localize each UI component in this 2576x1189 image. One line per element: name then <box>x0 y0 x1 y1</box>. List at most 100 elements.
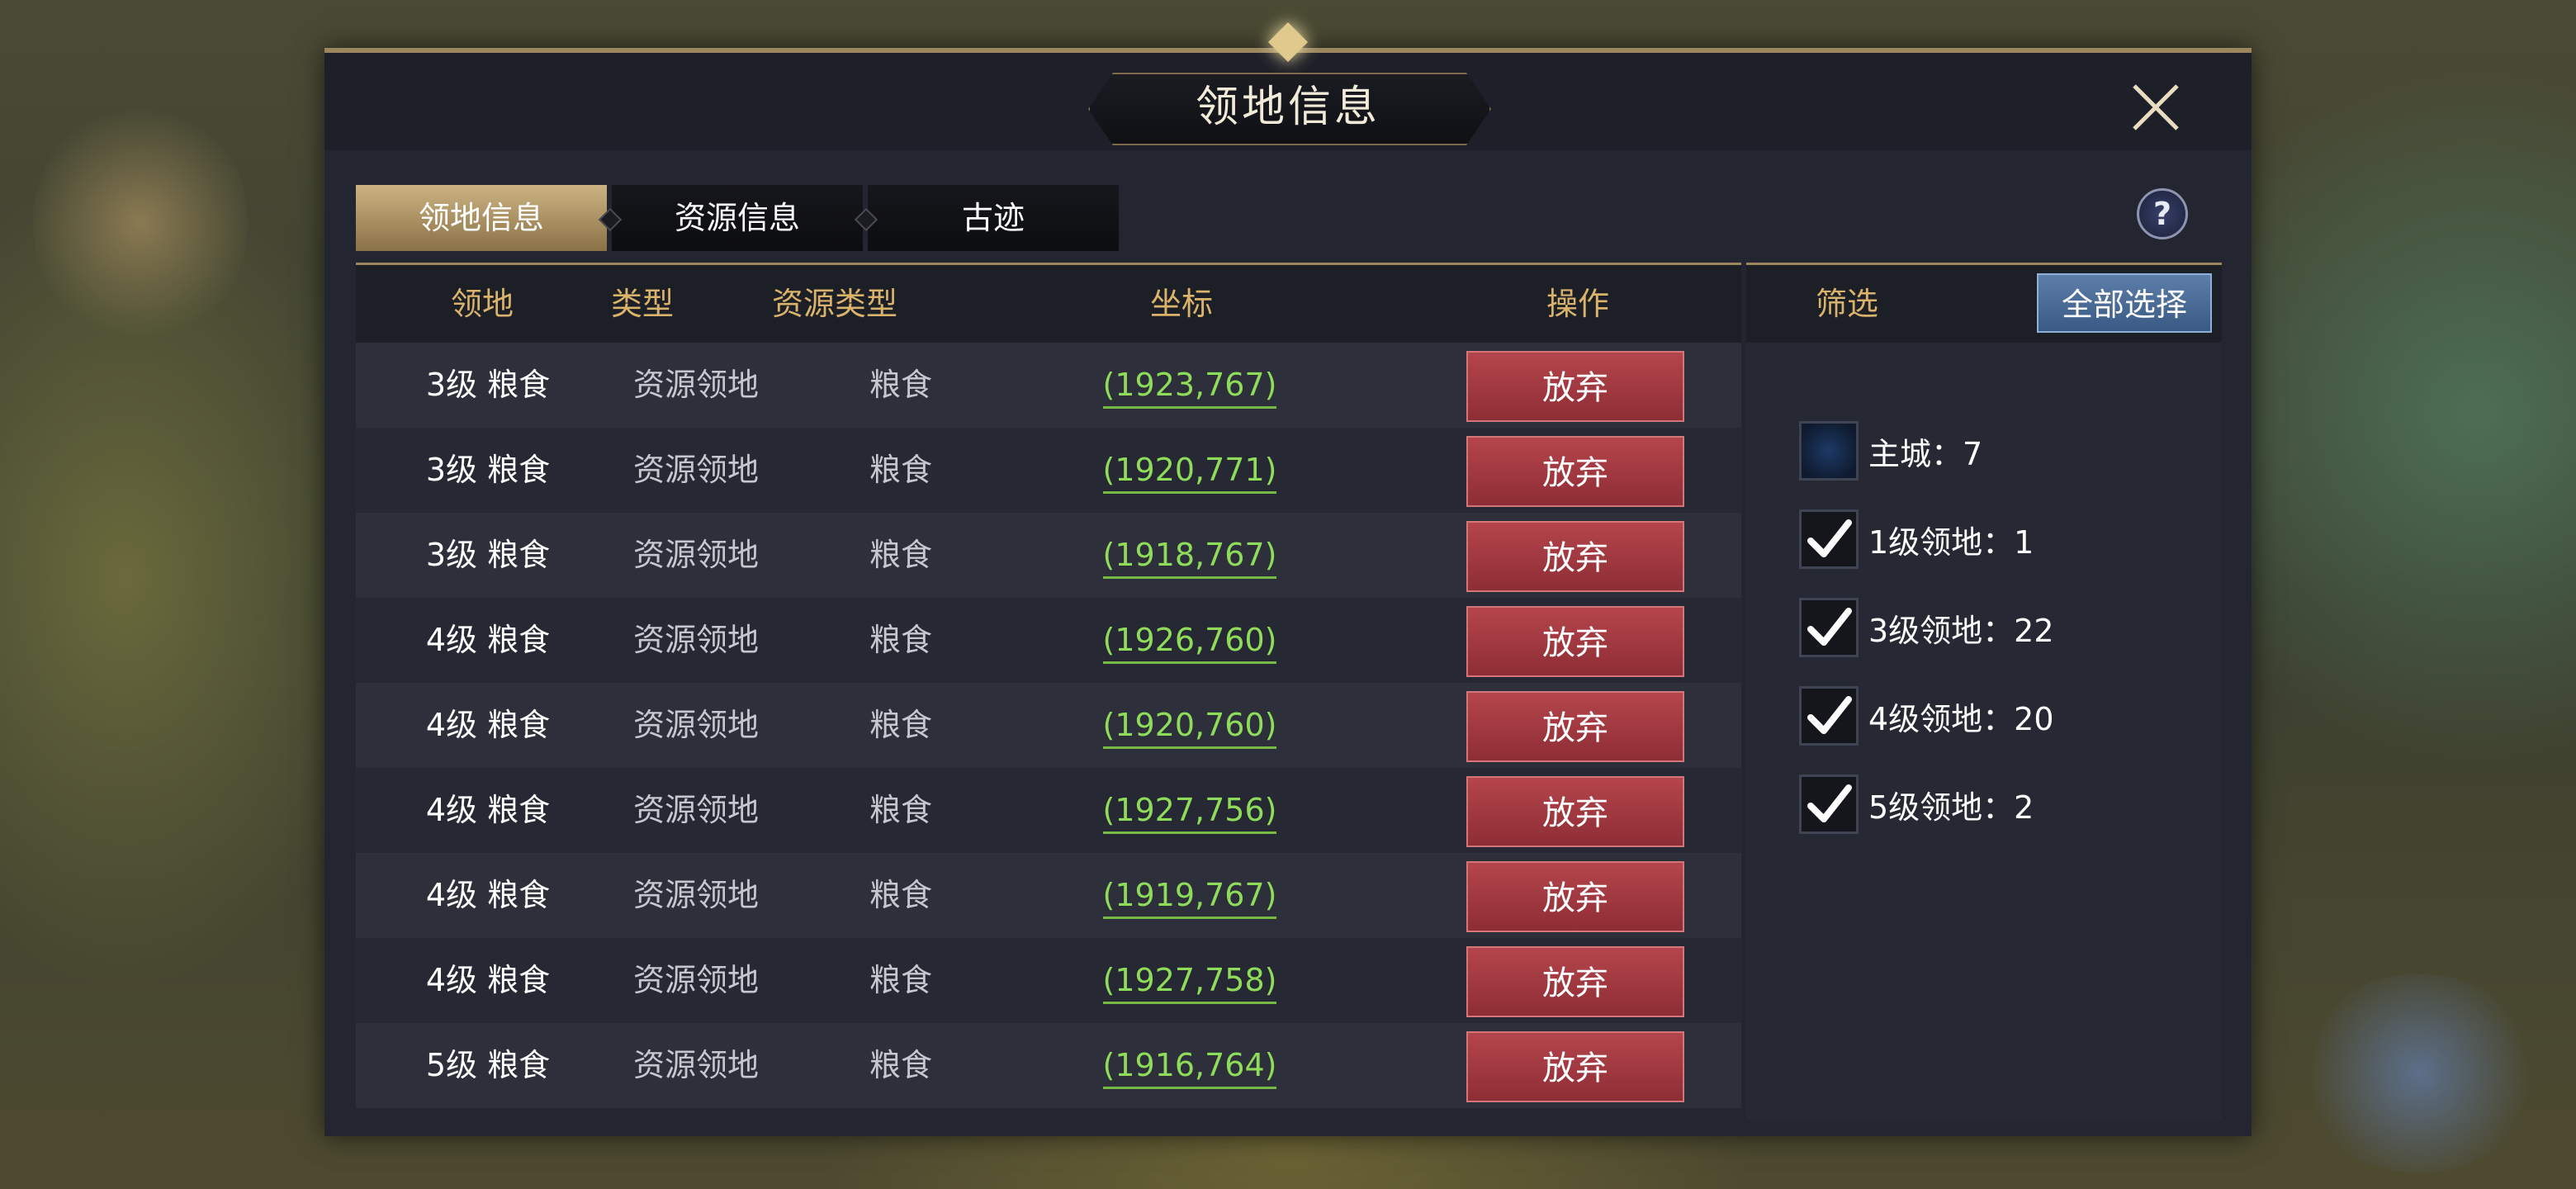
territory-cell: 4级 粮食 <box>425 792 551 828</box>
filter-option-level-3[interactable]: 3级领地：22 <box>1799 595 2054 660</box>
coordinate-link[interactable]: (1927,756) <box>1102 789 1277 834</box>
territory-cell: 3级 粮食 <box>425 452 551 488</box>
help-icon: ? <box>2152 196 2172 232</box>
coordinate-cell: (1920,771) <box>1066 428 1314 513</box>
table-row: 3级 粮食 资源领地 粮食 (1918,767) 放弃 <box>356 513 1741 598</box>
checkbox[interactable] <box>1799 598 1859 657</box>
dialog-title: 领地信息 <box>1195 83 1380 132</box>
territory-cell: 4级 粮食 <box>425 877 551 913</box>
territory-info-dialog: 领地信息 领地信息 资源信息 古迹 ? 领地 类型 资源类型 坐标 操作 3级 … <box>324 21 2252 1136</box>
coordinate-link[interactable]: (1920,771) <box>1102 448 1277 494</box>
table-row: 4级 粮食 资源领地 粮食 (1927,756) 放弃 <box>356 768 1741 853</box>
filter-option-label: 4级领地：20 <box>1868 700 2054 737</box>
checkmark-icon <box>1807 519 1852 557</box>
coordinate-link[interactable]: (1919,767) <box>1102 874 1277 919</box>
table-row: 3级 粮食 资源领地 粮食 (1920,771) 放弃 <box>356 428 1741 513</box>
coordinate-link[interactable]: (1920,760) <box>1102 703 1277 749</box>
tab-label: 资源信息 <box>674 200 800 236</box>
checkmark-icon <box>1807 608 1852 646</box>
resource-type-cell: 粮食 <box>869 367 932 403</box>
select-all-button[interactable]: 全部选择 <box>2037 273 2212 333</box>
help-button[interactable]: ? <box>2137 188 2188 239</box>
table-row: 4级 粮食 资源领地 粮食 (1927,758) 放弃 <box>356 938 1741 1023</box>
abandon-button[interactable]: 放弃 <box>1466 946 1684 1017</box>
abandon-button[interactable]: 放弃 <box>1466 606 1684 677</box>
tab-label: 古迹 <box>961 200 1025 236</box>
background-blur <box>33 99 248 347</box>
coordinate-cell: (1927,756) <box>1066 768 1314 853</box>
filter-option-label: 5级领地：2 <box>1868 789 2034 826</box>
filter-option-main-city[interactable]: 主城：7 <box>1799 419 1982 483</box>
filter-option-level-4[interactable]: 4级领地：20 <box>1799 684 2054 748</box>
abandon-button[interactable]: 放弃 <box>1466 776 1684 847</box>
type-cell: 资源领地 <box>632 792 759 828</box>
resource-type-cell: 粮食 <box>869 962 932 998</box>
checkbox[interactable] <box>1799 686 1859 746</box>
filter-label: 筛选 <box>1816 286 1879 322</box>
tab-bar: 领地信息 资源信息 古迹 <box>356 185 1124 251</box>
territory-cell: 3级 粮食 <box>425 367 551 403</box>
filter-option-label: 3级领地：22 <box>1868 612 2054 649</box>
abandon-button[interactable]: 放弃 <box>1466 861 1684 932</box>
abandon-button[interactable]: 放弃 <box>1466 1031 1684 1102</box>
filter-panel: 筛选 全部选择 主城：7 1级领地：1 3级领地：22 4级领地：20 5级领地… <box>1746 263 2222 1120</box>
territory-cell: 3级 粮食 <box>425 537 551 573</box>
territory-cell: 4级 粮食 <box>425 707 551 743</box>
filter-header: 筛选 全部选择 <box>1746 265 2222 343</box>
tab-label: 领地信息 <box>418 200 544 236</box>
table-row: 4级 粮食 资源领地 粮食 (1919,767) 放弃 <box>356 853 1741 938</box>
abandon-button[interactable]: 放弃 <box>1466 691 1684 762</box>
tab-resource-info[interactable]: 资源信息 <box>612 185 878 251</box>
filter-option-level-5[interactable]: 5级领地：2 <box>1799 772 2034 836</box>
table-row: 4级 粮食 资源领地 粮食 (1920,760) 放弃 <box>356 683 1741 768</box>
column-header-action: 操作 <box>1546 286 1609 322</box>
abandon-button[interactable]: 放弃 <box>1466 351 1684 422</box>
coordinate-cell: (1920,760) <box>1066 683 1314 768</box>
resource-type-cell: 粮食 <box>869 1047 932 1083</box>
resource-type-cell: 粮食 <box>869 792 932 828</box>
filter-option-level-1[interactable]: 1级领地：1 <box>1799 507 2034 571</box>
abandon-button[interactable]: 放弃 <box>1466 521 1684 592</box>
type-cell: 资源领地 <box>632 367 759 403</box>
checkbox[interactable] <box>1799 421 1859 481</box>
table-row: 5级 粮食 资源领地 粮食 (1916,764) 放弃 <box>356 1023 1741 1108</box>
close-icon <box>2133 84 2179 130</box>
coordinate-cell: (1927,758) <box>1066 938 1314 1023</box>
table-row: 3级 粮食 资源领地 粮食 (1923,767) 放弃 <box>356 343 1741 428</box>
coordinate-cell: (1918,767) <box>1066 513 1314 598</box>
coordinate-cell: (1919,767) <box>1066 853 1314 938</box>
filter-option-label: 主城：7 <box>1868 435 1983 472</box>
coordinate-cell: (1923,767) <box>1066 343 1314 428</box>
type-cell: 资源领地 <box>632 537 759 573</box>
territory-table: 领地 类型 资源类型 坐标 操作 3级 粮食 资源领地 粮食 (1923,767… <box>356 263 1741 1120</box>
table-header: 领地 类型 资源类型 坐标 操作 <box>356 265 1741 343</box>
coordinate-cell: (1926,760) <box>1066 598 1314 683</box>
resource-type-cell: 粮食 <box>869 877 932 913</box>
tab-territory-info[interactable]: 领地信息 <box>356 185 623 251</box>
checkmark-icon <box>1807 696 1852 734</box>
territory-cell: 5级 粮食 <box>425 1047 551 1083</box>
tab-relics[interactable]: 古迹 <box>868 185 1119 251</box>
column-header-type: 类型 <box>610 286 674 322</box>
type-cell: 资源领地 <box>632 962 759 998</box>
abandon-button[interactable]: 放弃 <box>1466 436 1684 507</box>
filter-option-label: 1级领地：1 <box>1868 523 2034 561</box>
type-cell: 资源领地 <box>632 1047 759 1083</box>
coordinate-link[interactable]: (1927,758) <box>1102 959 1277 1004</box>
coordinate-cell: (1916,764) <box>1066 1023 1314 1108</box>
coordinate-link[interactable]: (1923,767) <box>1102 363 1277 409</box>
coordinate-link[interactable]: (1916,764) <box>1102 1044 1277 1089</box>
background-blur <box>2295 974 2543 1172</box>
coordinate-link[interactable]: (1926,760) <box>1102 618 1277 664</box>
type-cell: 资源领地 <box>632 707 759 743</box>
checkbox[interactable] <box>1799 775 1859 834</box>
table-row: 4级 粮食 资源领地 粮食 (1926,760) 放弃 <box>356 598 1741 683</box>
coordinate-link[interactable]: (1918,767) <box>1102 533 1277 579</box>
resource-type-cell: 粮食 <box>869 707 932 743</box>
type-cell: 资源领地 <box>632 622 759 658</box>
type-cell: 资源领地 <box>632 877 759 913</box>
checkbox[interactable] <box>1799 509 1859 569</box>
territory-cell: 4级 粮食 <box>425 622 551 658</box>
resource-type-cell: 粮食 <box>869 622 932 658</box>
close-button[interactable] <box>2128 79 2184 135</box>
